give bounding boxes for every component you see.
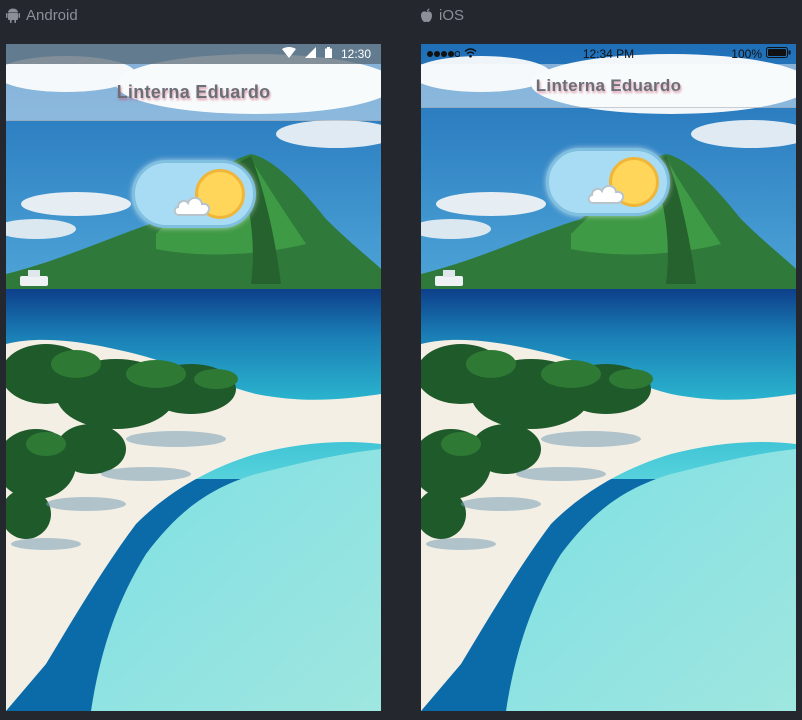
battery-icon	[324, 47, 332, 61]
day-night-toggle[interactable]	[546, 148, 670, 216]
ios-platform-label: iOS	[420, 5, 464, 25]
cloud-icon	[587, 181, 627, 210]
ios-status-bar: 12:34 PM 100%	[421, 44, 796, 64]
ios-label-text: iOS	[439, 6, 465, 24]
ios-title-bar: Linterna Eduardo	[421, 64, 796, 108]
day-night-toggle[interactable]	[132, 160, 256, 228]
android-label-text: Android	[26, 6, 78, 24]
android-icon	[6, 8, 20, 23]
ios-status-time: 12:34 PM	[582, 47, 635, 61]
beach-background-image	[421, 44, 796, 711]
apple-icon	[420, 8, 433, 23]
android-status-bar: 12:30	[6, 44, 381, 64]
android-status-time: 12:30	[340, 47, 371, 61]
beach-background-image	[6, 44, 381, 711]
cloud-icon	[173, 193, 213, 222]
page-title: Linterna Eduardo	[535, 76, 682, 95]
android-device-screen: 12:30 Linterna Eduardo	[6, 44, 381, 711]
wifi-icon	[281, 47, 296, 61]
ios-device-screen: Linterna Eduardo 12:34 PM 100%	[421, 44, 796, 711]
android-title-bar: Linterna Eduardo	[6, 64, 381, 121]
page-title: Linterna Eduardo	[116, 81, 271, 102]
android-platform-label: Android	[6, 5, 78, 25]
signal-icon	[304, 47, 316, 61]
